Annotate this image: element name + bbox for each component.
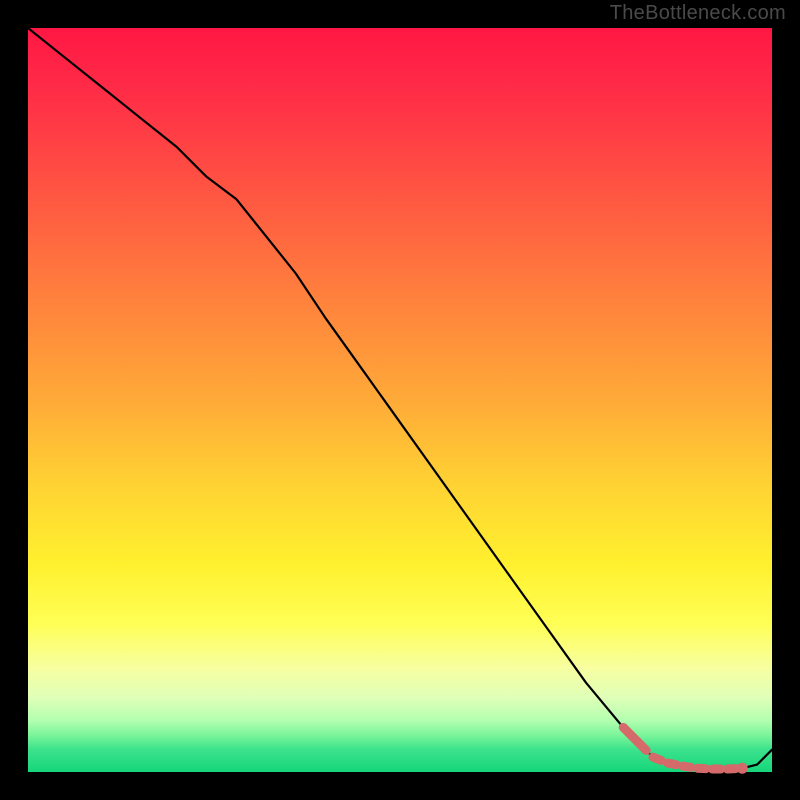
curve-svg (28, 28, 772, 772)
plot-area (28, 28, 772, 772)
highlight-zone (623, 727, 748, 773)
bottleneck-curve-line (28, 28, 772, 769)
watermark-text: TheBottleneck.com (610, 2, 786, 25)
chart-frame: TheBottleneck.com (0, 0, 800, 800)
